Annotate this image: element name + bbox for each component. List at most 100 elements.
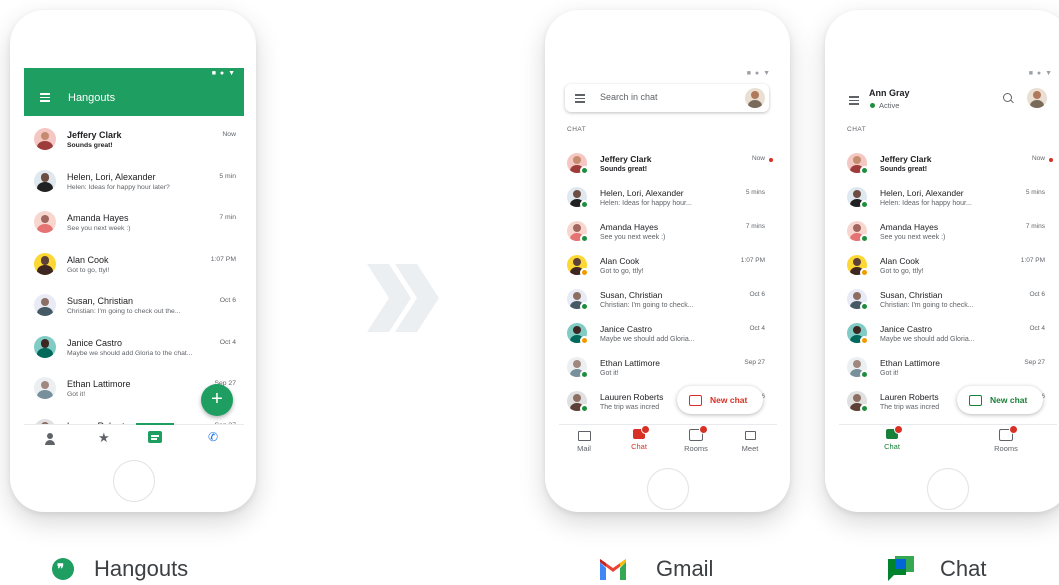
nav-chat[interactable]: Chat xyxy=(877,425,907,451)
conversation-name: Ethan Lattimore xyxy=(600,358,661,368)
conversation-row[interactable]: Janice Castro Maybe we should add Gloria … xyxy=(24,332,244,374)
account-name: Ann Gray xyxy=(869,88,910,98)
conversation-row[interactable]: Ethan Lattimore Got it! Sep 27 xyxy=(559,352,777,386)
conversation-name: Alan Cook xyxy=(67,254,109,265)
conversation-snippet: Christian: I'm going to check out the... xyxy=(67,308,181,315)
nav-rooms[interactable]: Rooms xyxy=(679,425,713,453)
presence-indicator xyxy=(860,200,869,209)
conversation-row[interactable]: Janice Castro Maybe we should add Gloria.… xyxy=(559,318,777,352)
chat-bubble-icon xyxy=(689,395,702,406)
conversation-row[interactable]: Helen, Lori, Alexander Helen: Ideas for h… xyxy=(839,182,1057,216)
mail-icon xyxy=(577,431,591,441)
app-title: Hangouts xyxy=(68,92,116,104)
presence-indicator xyxy=(860,336,869,345)
presence-indicator xyxy=(580,404,589,413)
conversation-snippet: Maybe we should add Gloria... xyxy=(880,335,975,343)
conversation-row[interactable]: Jeffery Clark Sounds great! Now xyxy=(559,148,777,182)
conversation-snippet: Got to go, ttly! xyxy=(880,267,924,275)
conversation-time: Now xyxy=(222,131,236,138)
conversation-snippet: Sounds great! xyxy=(67,142,113,149)
active-dot xyxy=(870,103,875,108)
conversation-time: Oct 4 xyxy=(749,325,765,332)
new-chat-label: New chat xyxy=(710,395,748,405)
nav-meet[interactable]: Meet xyxy=(735,431,765,453)
presence-indicator xyxy=(860,404,869,413)
chat-active-indicator xyxy=(136,423,174,425)
nav-rooms[interactable]: Rooms xyxy=(989,425,1023,453)
conversation-name: Amanda Hayes xyxy=(880,222,939,232)
caption-label: Gmail xyxy=(656,556,714,581)
conversation-row[interactable]: Alan Cook Got to go, ttyl! 1:07 PM xyxy=(24,249,244,291)
caption-label: Hangouts xyxy=(94,556,189,581)
conversation-name: Ethan Lattimore xyxy=(67,379,131,389)
conversation-name: Lauren Roberts xyxy=(880,392,939,402)
new-conversation-fab[interactable]: + xyxy=(201,384,233,416)
conversation-snippet: Helen: Ideas for happy hour... xyxy=(880,199,972,207)
conversation-row[interactable]: Alan Cook Got to go, ttly! 1:07 PM xyxy=(839,250,1057,284)
conversation-row[interactable]: Helen, Lori, Alexander Helen: Ideas for h… xyxy=(559,182,777,216)
conversation-row[interactable]: Amanda Hayes See you next week :) 7 mins xyxy=(839,216,1057,250)
conversation-time: 7 mins xyxy=(745,223,765,230)
account-avatar[interactable] xyxy=(745,88,765,108)
conversation-row[interactable]: Jeffery Clark Sounds great! Now xyxy=(24,124,244,166)
conversation-row[interactable]: Susan, Christian Christian: I'm going to … xyxy=(24,290,244,332)
conversation-row[interactable]: Ethan Lattimore Got it! Sep 27 xyxy=(839,352,1057,386)
conversation-name: Amanda Hayes xyxy=(67,213,129,223)
star-icon[interactable]: ★ xyxy=(98,430,110,446)
conversation-time: Oct 6 xyxy=(749,291,765,298)
conversation-row[interactable]: Janice Castro Maybe we should add Gloria.… xyxy=(839,318,1057,352)
presence-indicator xyxy=(860,370,869,379)
new-chat-button[interactable]: New chat xyxy=(677,386,763,414)
conversation-name: Susan, Christian xyxy=(880,290,943,300)
search-bar[interactable]: Search in chat xyxy=(565,84,769,112)
conversation-snippet: Got to go, ttly! xyxy=(600,267,644,275)
menu-icon[interactable] xyxy=(40,93,50,102)
status-icons: ■ ● ▼ xyxy=(1028,70,1053,77)
conversation-row[interactable]: Susan, Christian Christian: I'm going to … xyxy=(559,284,777,318)
chat-icon[interactable] xyxy=(148,431,162,443)
conversation-snippet: Christian: I'm going to check... xyxy=(600,301,694,309)
conversation-name: Susan, Christian xyxy=(67,296,134,306)
menu-icon[interactable] xyxy=(575,94,585,103)
search-input[interactable]: Search in chat xyxy=(600,92,658,102)
search-icon[interactable] xyxy=(1003,93,1014,104)
status-icons: ■ ● ▼ xyxy=(211,70,236,77)
conversation-snippet: See you next week :) xyxy=(600,233,666,241)
nav-chat[interactable]: Chat xyxy=(624,425,654,451)
conversation-name: Alan Cook xyxy=(880,256,920,266)
conversation-row[interactable]: Amanda Hayes See you next week :) 7 min xyxy=(24,207,244,249)
unread-dot xyxy=(1049,158,1053,162)
new-chat-button[interactable]: New chat xyxy=(957,386,1043,414)
hangouts-logo-icon: ❞ xyxy=(52,558,74,580)
section-label: CHAT xyxy=(847,126,867,133)
presence-indicator xyxy=(580,302,589,311)
conversation-time: 5 mins xyxy=(745,189,765,196)
presence-indicator xyxy=(580,268,589,277)
avatar xyxy=(34,128,56,150)
person-icon[interactable] xyxy=(44,433,56,445)
menu-icon[interactable] xyxy=(849,96,859,105)
presence-indicator xyxy=(860,302,869,311)
conversation-snippet: Got to go, ttyl! xyxy=(67,266,110,274)
conversation-row[interactable]: Alan Cook Got to go, ttly! 1:07 PM xyxy=(559,250,777,284)
hangouts-screen: ■ ● ▼ Hangouts Jeffery Clark Sounds great… xyxy=(24,68,244,454)
gmail-phone: ■ ● ▼ Search in chat CHAT Jeffery Clark S… xyxy=(545,10,790,512)
nav-mail[interactable]: Mail xyxy=(569,431,599,453)
conversation-snippet: Maybe we should add Gloria to the chat..… xyxy=(67,349,193,357)
badge xyxy=(699,425,708,434)
conversation-time: Now xyxy=(1031,155,1045,162)
conversation-row[interactable]: Jeffery Clark Sounds great! Now xyxy=(839,148,1057,182)
presence-indicator xyxy=(860,234,869,243)
presence-indicator xyxy=(580,166,589,175)
chat-screen: ■ ● ▼ Ann Gray Active CHAT Jeffery Clark… xyxy=(839,68,1057,468)
account-status[interactable]: Active xyxy=(879,101,899,110)
conversation-time: Sep 27 xyxy=(1024,359,1045,366)
conversation-snippet: The trip was incred xyxy=(880,403,940,411)
conversation-row[interactable]: Susan, Christian Christian: I'm going to … xyxy=(839,284,1057,318)
conversation-row[interactable]: Helen, Lori, Alexander Helen: Ideas for h… xyxy=(24,166,244,208)
bottom-nav: Chat Rooms xyxy=(839,424,1057,468)
hangouts-app-bar: ■ ● ▼ Hangouts xyxy=(24,68,244,116)
phone-icon[interactable]: ✆ xyxy=(208,430,218,444)
conversation-row[interactable]: Amanda Hayes See you next week :) 7 mins xyxy=(559,216,777,250)
account-avatar[interactable] xyxy=(1027,88,1047,108)
